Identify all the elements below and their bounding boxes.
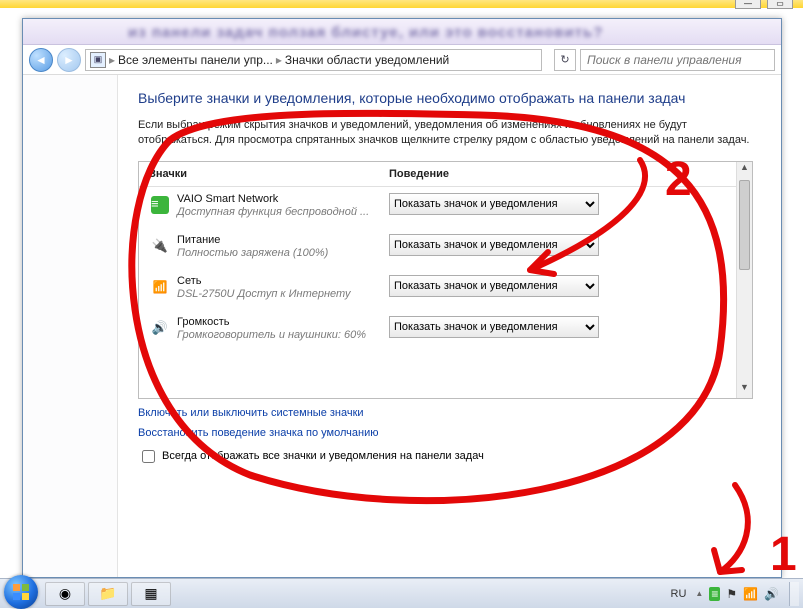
address-bar: ◄ ► ▣ ▸ Все элементы панели упр... ▸ Зна…	[23, 45, 781, 75]
chrome-icon: ◉	[59, 585, 71, 602]
folder-icon: 📁	[99, 585, 116, 602]
row-name: Громкость	[177, 316, 389, 328]
tray-overflow-icon[interactable]: ▲	[695, 589, 703, 598]
network-icon	[153, 279, 168, 294]
tray-network-icon[interactable]: 📶	[743, 587, 758, 601]
volume-icon	[152, 320, 168, 336]
chevron-right-icon: ▸	[106, 53, 118, 67]
behavior-select[interactable]: Показать значок и уведомления	[389, 316, 599, 338]
table-row: ГромкостьГромкоговоритель и наушники: 60…	[139, 310, 752, 351]
row-sub: Громкоговоритель и наушники: 60%	[177, 329, 389, 341]
page-title: Выберите значки и уведомления, которые н…	[138, 89, 753, 108]
table-scrollbar[interactable]: ▲ ▼	[736, 162, 752, 398]
background-window-title: из панели задач ползая блистуе, или это …	[128, 24, 603, 41]
table-row: СетьDSL-2750U Доступ к ИнтернетуПоказать…	[139, 269, 752, 310]
row-sub: Доступная функция беспроводной ...	[177, 206, 389, 218]
behavior-select[interactable]: Показать значок и уведомления	[389, 234, 599, 256]
tray-vaio-icon[interactable]: ≡	[709, 587, 720, 601]
link-toggle-system-icons[interactable]: Включить или выключить системные значки	[138, 407, 753, 419]
nav-forward-button[interactable]: ►	[57, 48, 81, 72]
browser-min-button[interactable]: —	[735, 0, 761, 9]
tray-volume-icon[interactable]: 🔊	[764, 587, 779, 601]
column-header-behavior: Поведение	[389, 168, 742, 180]
window-titlebar: из панели задач ползая блистуе, или это …	[23, 19, 781, 45]
link-restore-defaults[interactable]: Восстановить поведение значка по умолчан…	[138, 427, 753, 439]
row-sub: Полностью заряжена (100%)	[177, 247, 389, 259]
table-row: ≡ VAIO Smart NetworkДоступная функция бес…	[139, 187, 752, 228]
always-show-label: Всегда отображать все значки и уведомлен…	[162, 450, 484, 462]
language-indicator[interactable]: RU	[668, 588, 690, 600]
control-panel-icon: ▣	[90, 52, 106, 68]
nav-back-button[interactable]: ◄	[29, 48, 53, 72]
behavior-select[interactable]: Показать значок и уведомления	[389, 193, 599, 215]
crumb-notification-icons[interactable]: Значки области уведомлений	[285, 53, 449, 67]
power-icon	[152, 238, 168, 254]
search-input[interactable]	[585, 52, 770, 68]
system-tray: RU ▲ ≡ ⚑ 📶 🔊	[668, 582, 803, 606]
taskbar-app[interactable]: ▦	[131, 582, 171, 606]
chevron-right-icon: ▸	[273, 53, 285, 67]
row-name: Питание	[177, 234, 389, 246]
row-sub: DSL-2750U Доступ к Интернету	[177, 288, 389, 300]
main-pane: Выберите значки и уведомления, которые н…	[118, 75, 781, 577]
breadcrumb[interactable]: ▣ ▸ Все элементы панели упр... ▸ Значки …	[85, 49, 542, 71]
taskbar: ◉ 📁 ▦ RU ▲ ≡ ⚑ 📶 🔊	[0, 578, 803, 608]
crumb-all-items[interactable]: Все элементы панели упр...	[118, 53, 273, 67]
scroll-thumb[interactable]	[739, 180, 750, 270]
row-name: Сеть	[177, 275, 389, 287]
app-icon: ▦	[144, 585, 157, 602]
tray-action-center-icon[interactable]: ⚑	[726, 587, 737, 601]
search-box[interactable]	[580, 49, 775, 71]
taskbar-chrome[interactable]: ◉	[45, 582, 85, 606]
page-description: Если выбран режим скрытия значков и увед…	[138, 118, 753, 149]
start-button[interactable]	[4, 575, 38, 609]
row-name: VAIO Smart Network	[177, 193, 389, 205]
icon-behavior-table: Значки Поведение ≡ VAIO Smart NetworkДост…	[138, 161, 753, 399]
taskbar-explorer[interactable]: 📁	[88, 582, 128, 606]
always-show-checkbox[interactable]	[142, 450, 155, 463]
scroll-up-icon[interactable]: ▲	[737, 162, 752, 178]
scroll-down-icon[interactable]: ▼	[737, 382, 752, 398]
show-desktop-button[interactable]	[789, 582, 799, 606]
left-pane	[23, 75, 118, 577]
behavior-select[interactable]: Показать значок и уведомления	[389, 275, 599, 297]
control-panel-window: из панели задач ползая блистуе, или это …	[22, 18, 782, 578]
column-header-icons: Значки	[149, 168, 389, 180]
refresh-button[interactable]: ↻	[554, 49, 576, 71]
table-row: ПитаниеПолностью заряжена (100%)Показать…	[139, 228, 752, 269]
browser-max-button[interactable]: ▭	[767, 0, 793, 9]
vaio-icon: ≡	[151, 196, 169, 214]
